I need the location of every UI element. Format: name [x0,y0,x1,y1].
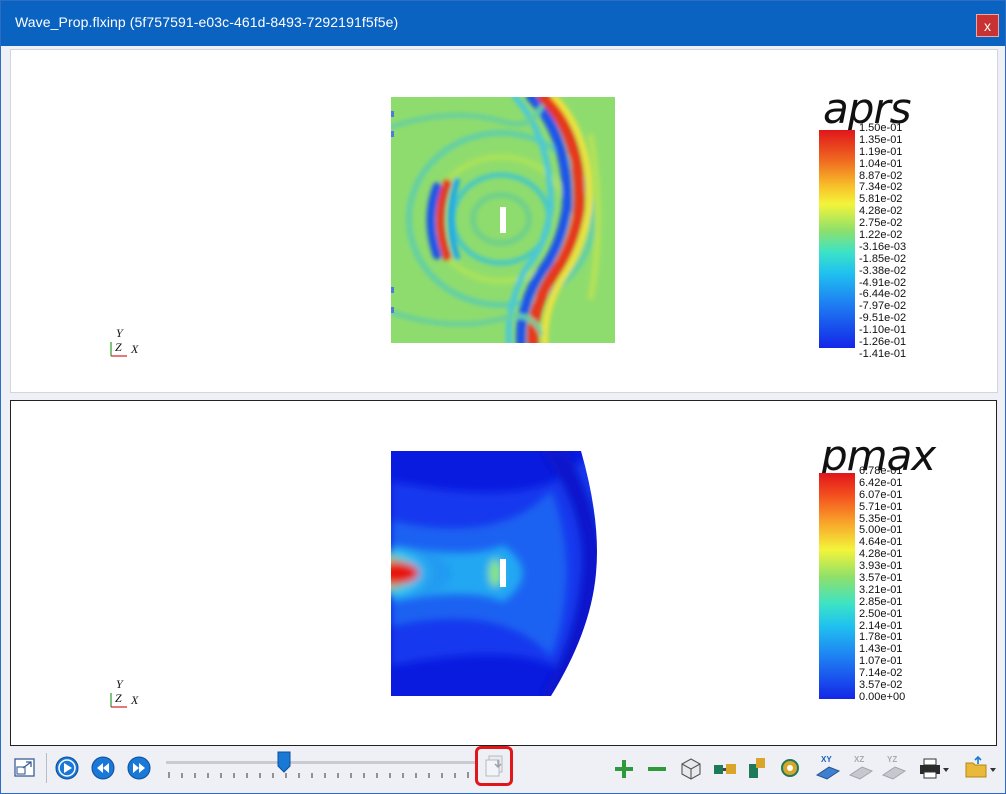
fast-forward-button[interactable] [127,756,151,780]
axis-x-label: X [131,342,139,356]
play-button[interactable] [55,756,79,780]
tick-label: -3.16e-03 [859,240,907,253]
axis-z-label: Z [115,340,122,354]
obstacle-marker [500,207,506,233]
time-slider-thumb[interactable] [277,751,291,773]
axis-triad-lines [110,342,127,357]
pmax-contour-plot[interactable] [391,451,615,696]
tick-label: 6.42e-01 [859,476,903,489]
tick-label: 2.85e-01 [859,595,903,608]
axis-triad: Y Z X [107,677,147,713]
orbit-icon[interactable] [779,757,801,779]
zoom-out-icon[interactable] [646,758,668,780]
pmax-tick-labels: 6.78e-01 6.42e-01 6.07e-01 5.71e-01 5.35… [859,465,906,704]
plot-pane-aprs[interactable]: aprs 1.50e-01 1.35e-01 1.19e-01 1.04e-01… [10,49,998,393]
axis-triad: Y Z X [107,326,147,362]
title-bar[interactable]: Wave_Prop.flxinp (5f757591-e03c-461d-849… [1,1,1005,46]
tick-label: -1.41e-01 [859,347,907,360]
cube-view-icon[interactable] [679,757,703,781]
maximize-view-icon[interactable] [14,758,36,778]
xy-plane-icon[interactable]: XY [815,753,841,781]
toolbar-separator [46,753,47,783]
pmax-colorbar [819,473,855,699]
svg-text:YZ: YZ [887,755,897,764]
tick-label: 1.35e-01 [859,133,903,146]
tick-label: 5.71e-01 [859,500,903,513]
obstacle-marker [500,559,506,587]
time-slider-ticks [168,772,469,778]
plot-pane-pmax[interactable]: pmax 6.78e-01 6.42e-01 6.07e-01 5.71e-01… [10,400,997,746]
folder-export-icon[interactable] [964,755,998,781]
axis-z-label: Z [115,691,122,705]
aprs-tick-labels: 1.50e-01 1.35e-01 1.19e-01 1.04e-01 8.87… [859,122,907,361]
svg-text:XZ: XZ [854,755,864,764]
xz-plane-icon[interactable]: XZ [848,753,874,781]
window-title: Wave_Prop.flxinp (5f757591-e03c-461d-849… [15,14,399,30]
axis-y-label: Y [116,326,123,340]
axis-y-label: Y [116,677,123,691]
tick-label: 1.19e-01 [859,145,903,158]
rewind-button[interactable] [91,756,115,780]
close-button[interactable]: x [976,14,999,37]
tick-label: 6.07e-01 [859,488,903,501]
rotate-icon[interactable] [745,756,769,780]
aprs-contour-plot[interactable] [391,97,615,343]
tick-label: 2.50e-01 [859,607,903,620]
tick-label: 3.21e-01 [859,583,903,596]
close-icon: x [984,18,991,34]
axis-x-label: X [131,693,139,707]
axis-triad-lines [110,693,127,708]
tick-label: -3.38e-02 [859,264,907,277]
chevron-down-icon [943,768,949,772]
highlight-box [475,746,513,786]
tick-label: 1.04e-01 [859,157,903,170]
pan-icon[interactable] [712,759,738,779]
zoom-in-icon[interactable] [613,758,635,780]
aprs-colorbar [819,130,855,348]
svg-text:XY: XY [821,755,832,764]
app-window: Wave_Prop.flxinp (5f757591-e03c-461d-849… [0,0,1006,794]
tick-label: 0.00e+00 [859,690,906,703]
yz-plane-icon[interactable]: YZ [881,753,907,781]
print-icon[interactable] [918,757,950,781]
time-slider-track[interactable] [166,761,476,764]
tick-label: -1.85e-02 [859,252,907,265]
chevron-down-icon [990,768,996,772]
